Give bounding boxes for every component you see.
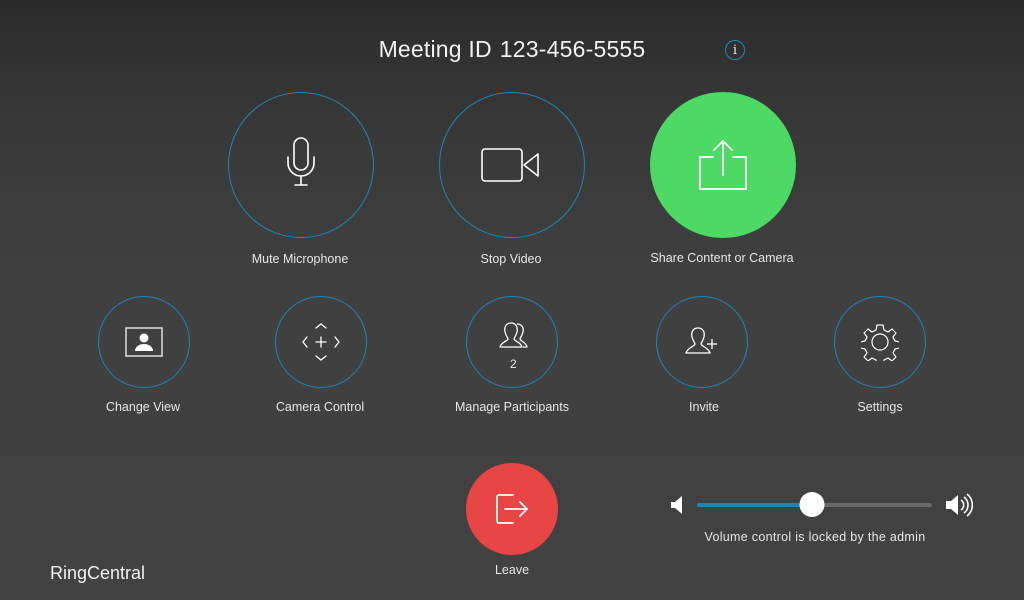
participant-count: 2: [510, 357, 517, 371]
speaker-high-icon: [946, 493, 973, 517]
meeting-id-header: Meeting ID 123-456-5555: [0, 36, 1024, 63]
settings-button[interactable]: [834, 296, 926, 388]
info-button[interactable]: i: [725, 40, 745, 60]
video-camera-icon: [481, 148, 539, 182]
volume-slider-fill: [697, 503, 813, 507]
meeting-id-label: Meeting ID: [378, 36, 492, 62]
person-frame-icon: [125, 327, 163, 357]
leave-label: Leave: [494, 563, 530, 577]
stop-video-button[interactable]: [439, 92, 585, 238]
gear-icon: [861, 324, 899, 361]
volume-locked-message: Volume control is locked by the admin: [704, 530, 926, 544]
mute-microphone-button[interactable]: [228, 92, 374, 238]
info-icon: i: [732, 42, 738, 58]
add-person-icon: [685, 327, 717, 354]
change-view-label: Change View: [105, 400, 181, 414]
settings-label: Settings: [857, 400, 903, 414]
meeting-id-value: 123-456-5555: [499, 36, 646, 62]
participants-icon: [499, 322, 528, 348]
manage-participants-label: Manage Participants: [455, 400, 569, 414]
invite-label: Invite: [689, 400, 719, 414]
share-content-button[interactable]: [650, 92, 796, 238]
microphone-icon: [287, 137, 315, 186]
leave-button[interactable]: [466, 463, 558, 555]
exit-icon: [496, 494, 528, 524]
speaker-low-icon: [671, 496, 682, 514]
mute-microphone-label: Mute Microphone: [251, 252, 349, 266]
share-content-label: Share Content or Camera: [650, 251, 794, 265]
volume-slider-thumb[interactable]: [799, 492, 825, 517]
share-icon: [699, 139, 747, 190]
stop-video-label: Stop Video: [480, 252, 542, 266]
camera-control-label: Camera Control: [275, 400, 365, 414]
volume-slider[interactable]: [697, 492, 932, 517]
directional-pad-icon: [302, 323, 340, 361]
invite-button[interactable]: [656, 296, 748, 388]
camera-control-button[interactable]: [275, 296, 367, 388]
ringcentral-logo: RingCentral: [50, 563, 146, 583]
manage-participants-button[interactable]: 2: [466, 296, 558, 388]
change-view-button[interactable]: [98, 296, 190, 388]
